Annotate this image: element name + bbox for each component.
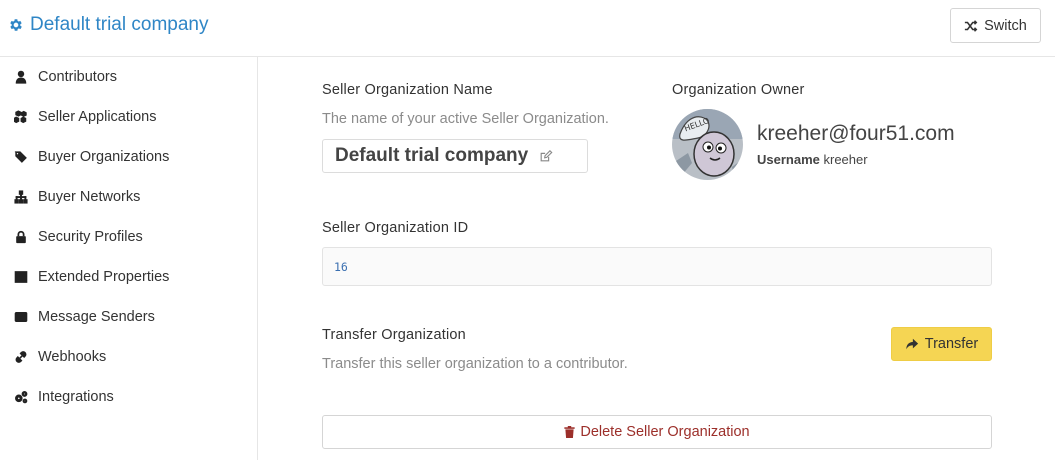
org-name-editable[interactable]: Default trial company: [322, 139, 588, 173]
org-id-label: Seller Organization ID: [322, 220, 469, 236]
username-value: kreeher: [823, 152, 868, 167]
org-name-help: The name of your active Seller Organizat…: [322, 111, 609, 127]
sidebar-item-label: Message Senders: [38, 309, 155, 325]
tags-icon: [13, 149, 29, 165]
sidebar-item-buyer-networks[interactable]: Buyer Networks: [0, 179, 257, 215]
link-icon: [13, 349, 29, 365]
sidebar-item-extended-properties[interactable]: Extended Properties: [0, 259, 257, 295]
delete-org-button[interactable]: Delete Seller Organization: [322, 415, 992, 449]
sidebar-item-label: Security Profiles: [38, 229, 143, 245]
cubes-icon: [13, 109, 29, 125]
sidebar-item-label: Webhooks: [38, 349, 107, 365]
sidebar-item-integrations[interactable]: Integrations: [0, 379, 257, 415]
sidebar-item-seller-applications[interactable]: Seller Applications: [0, 99, 257, 135]
owner-email: kreeher@four51.com: [757, 122, 955, 145]
org-name-value: Default trial company: [335, 145, 529, 166]
edit-icon[interactable]: [539, 149, 553, 163]
delete-button-label: Delete Seller Organization: [580, 424, 750, 440]
sidebar-item-label: Contributors: [38, 69, 117, 85]
switch-label: Switch: [984, 17, 1027, 34]
cogs-icon: [13, 389, 29, 405]
envelope-icon: [13, 309, 29, 325]
user-icon: [13, 69, 29, 85]
org-name-label: Seller Organization Name: [322, 82, 493, 98]
org-title-link[interactable]: Default trial company: [8, 14, 208, 36]
sitemap-icon: [13, 189, 29, 205]
org-id-value: 16: [334, 259, 348, 274]
lock-icon: [13, 229, 29, 245]
sidebar-item-label: Buyer Networks: [38, 189, 141, 205]
transfer-button-label: Transfer: [924, 336, 979, 352]
trash-icon: [564, 426, 576, 438]
owner-username: Username kreeher: [757, 152, 868, 167]
owner-label: Organization Owner: [672, 82, 805, 98]
org-id-field[interactable]: 16: [322, 247, 992, 286]
gear-icon: [10, 19, 22, 31]
sidebar-item-label: Extended Properties: [38, 269, 170, 285]
table-icon: [13, 269, 29, 285]
sidebar-item-label: Integrations: [38, 389, 114, 405]
org-title: Default trial company: [30, 14, 209, 35]
switch-button[interactable]: Switch: [950, 8, 1041, 43]
sidebar-item-webhooks[interactable]: Webhooks: [0, 339, 257, 375]
transfer-button[interactable]: Transfer: [891, 327, 992, 361]
sidebar-item-label: Buyer Organizations: [38, 149, 170, 165]
username-label: Username: [757, 152, 820, 167]
shuffle-icon: [965, 19, 978, 32]
transfer-label: Transfer Organization: [322, 327, 466, 343]
sidebar: Contributors Seller Applications Buyer O…: [0, 57, 258, 460]
sidebar-item-contributors[interactable]: Contributors: [0, 59, 257, 95]
sidebar-item-buyer-organizations[interactable]: Buyer Organizations: [0, 139, 257, 175]
share-arrow-icon: [906, 338, 918, 350]
sidebar-item-security-profiles[interactable]: Security Profiles: [0, 219, 257, 255]
top-header: Default trial company Switch: [0, 0, 1055, 57]
sidebar-item-label: Seller Applications: [38, 109, 157, 125]
transfer-help: Transfer this seller organization to a c…: [322, 356, 628, 372]
sidebar-item-message-senders[interactable]: Message Senders: [0, 299, 257, 335]
avatar: HELLO: [672, 109, 743, 180]
